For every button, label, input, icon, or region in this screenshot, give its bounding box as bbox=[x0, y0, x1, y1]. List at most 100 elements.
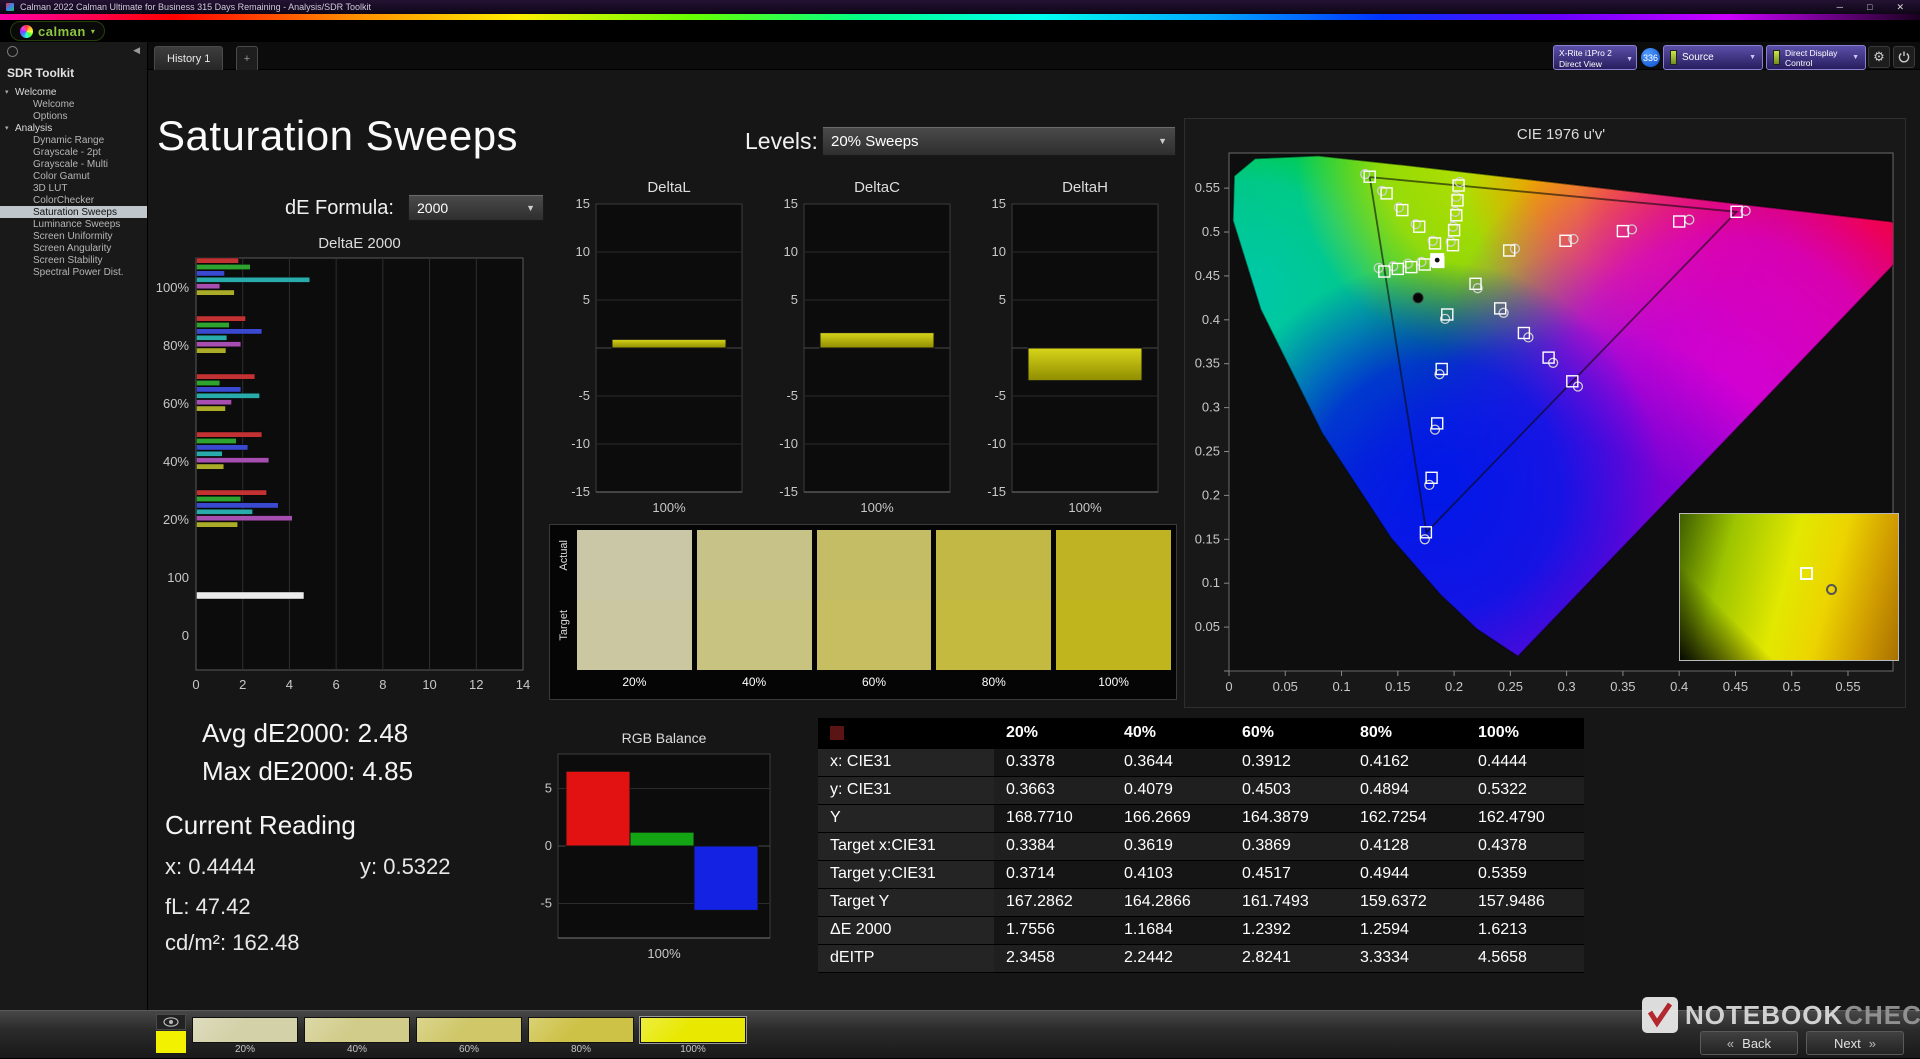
svg-text:0.3: 0.3 bbox=[1202, 400, 1220, 415]
display-control-button[interactable]: Direct Display Control ▼ bbox=[1766, 45, 1866, 70]
cell-value: 1.2392 bbox=[1230, 916, 1348, 945]
meter-count-badge: 336 bbox=[1641, 48, 1660, 67]
table-col-header: 100% bbox=[1466, 718, 1584, 749]
sidebar-item-colorchecker[interactable]: ColorChecker bbox=[0, 194, 147, 206]
avg-de2000-stat: Avg dE2000: 2.48 bbox=[202, 718, 409, 748]
row-label: x: CIE31 bbox=[818, 748, 994, 777]
source-color-chip-icon bbox=[1670, 50, 1677, 65]
sidebar-item-spectral-power-dist-[interactable]: Spectral Power Dist. bbox=[0, 266, 147, 278]
eye-icon bbox=[163, 1017, 179, 1027]
svg-text:60%: 60% bbox=[163, 396, 189, 411]
target-swatch bbox=[696, 600, 812, 670]
sidebar-menu-icon[interactable] bbox=[7, 46, 18, 57]
thumbnail-label: 40% bbox=[346, 1044, 367, 1055]
current-patch-swatch bbox=[156, 1031, 186, 1053]
svg-text:0.4: 0.4 bbox=[1670, 679, 1688, 694]
svg-text:-10: -10 bbox=[987, 436, 1006, 451]
levels-dropdown[interactable]: 20% Sweeps ▼ bbox=[822, 126, 1176, 156]
table-row: y: CIE31 0.3663 0.4079 0.4503 0.4894 0.5322 bbox=[818, 776, 1584, 805]
sweep-thumbnail-40%[interactable]: 40% bbox=[304, 1017, 410, 1056]
cell-value: 0.3663 bbox=[994, 776, 1112, 805]
cell-value: 162.4790 bbox=[1466, 804, 1584, 833]
svg-text:100%: 100% bbox=[1068, 500, 1102, 515]
de-formula-label: dE Formula: bbox=[285, 197, 394, 219]
thumbnail-swatch bbox=[639, 1016, 747, 1044]
svg-text:DeltaC: DeltaC bbox=[854, 179, 900, 196]
sweep-thumbnail-100%[interactable]: 100% bbox=[639, 1016, 747, 1056]
sidebar-item-dynamic-range[interactable]: Dynamic Range bbox=[0, 134, 147, 146]
sidebar-item-options[interactable]: Options bbox=[0, 110, 147, 122]
svg-text:DeltaL: DeltaL bbox=[647, 179, 690, 196]
cell-value: 0.4128 bbox=[1348, 832, 1466, 861]
table-col-header: 80% bbox=[1348, 718, 1466, 749]
back-label: Back bbox=[1742, 1035, 1772, 1051]
table-col-header: 20% bbox=[994, 718, 1112, 749]
swatch-column-60%: 60% bbox=[816, 530, 932, 694]
cell-value: 0.3378 bbox=[994, 748, 1112, 777]
svg-text:0.55: 0.55 bbox=[1835, 679, 1860, 694]
reading-fl-value: fL: 47.42 bbox=[165, 894, 251, 919]
calman-logo-menu[interactable]: calman ▾ bbox=[10, 21, 105, 41]
maximize-button[interactable]: □ bbox=[1867, 2, 1872, 13]
tree-expand-icon: ▾ bbox=[5, 89, 9, 96]
deltae-2000-bar-chart: DeltaE 2000 0 2 4 6 8 10 12 14 100% 80% 60% 40% 20% 10… bbox=[156, 235, 530, 692]
sidebar-item-welcome[interactable]: Welcome bbox=[0, 98, 147, 110]
sidebar-item-screen-uniformity[interactable]: Screen Uniformity bbox=[0, 230, 147, 242]
svg-text:4: 4 bbox=[286, 677, 293, 692]
current-reading-title: Current Reading bbox=[165, 810, 356, 840]
sidebar-item-luminance-sweeps[interactable]: Luminance Sweeps bbox=[0, 218, 147, 230]
cell-value: 0.3619 bbox=[1112, 832, 1230, 861]
sidebar-item-screen-stability[interactable]: Screen Stability bbox=[0, 254, 147, 266]
sidebar-section-analysis[interactable]: ▾ Analysis bbox=[0, 122, 147, 134]
reading-x-value: x: 0.4444 bbox=[165, 854, 256, 879]
source-selector-button[interactable]: Source ▼ bbox=[1663, 45, 1763, 70]
tab-history-1[interactable]: History 1 bbox=[154, 46, 224, 70]
next-button[interactable]: Next » bbox=[1806, 1031, 1904, 1055]
minimize-button[interactable]: ─ bbox=[1837, 2, 1843, 13]
swatch-label: 20% bbox=[622, 675, 647, 689]
target-swatch bbox=[816, 600, 932, 670]
chevron-down-icon: ▼ bbox=[1749, 54, 1756, 61]
cell-value: 167.2862 bbox=[994, 888, 1112, 917]
bottom-bar: 20% 40% 60% 80% 100% NOTEBOOK CHECK « Back N… bbox=[0, 997, 1920, 1058]
svg-text:5: 5 bbox=[791, 292, 798, 307]
actual-swatch bbox=[936, 530, 1052, 600]
sidebar-top: ◀ bbox=[0, 42, 147, 62]
svg-text:5: 5 bbox=[545, 781, 552, 796]
sidebar-collapse-button[interactable]: ◀ bbox=[133, 45, 140, 56]
svg-text:0.1: 0.1 bbox=[1333, 679, 1351, 694]
sidebar-item-saturation-sweeps[interactable]: Saturation Sweeps bbox=[0, 206, 147, 218]
close-button[interactable]: ✕ bbox=[1896, 2, 1904, 13]
sidebar-item-grayscale-multi[interactable]: Grayscale - Multi bbox=[0, 158, 147, 170]
sweep-thumbnail-60%[interactable]: 60% bbox=[416, 1017, 522, 1056]
cell-value: 161.7493 bbox=[1230, 888, 1348, 917]
add-tab-button[interactable]: + bbox=[236, 46, 258, 70]
sweep-thumbnail-80%[interactable]: 80% bbox=[528, 1017, 634, 1056]
sidebar-item-color-gamut[interactable]: Color Gamut bbox=[0, 170, 147, 182]
cell-value: 157.9486 bbox=[1466, 888, 1584, 917]
sidebar-section-welcome[interactable]: ▾ Welcome bbox=[0, 86, 147, 98]
sweep-thumbnail-20%[interactable]: 20% bbox=[192, 1017, 298, 1056]
sidebar-header: SDR Toolkit bbox=[7, 66, 75, 80]
power-button[interactable] bbox=[1893, 46, 1915, 68]
cell-value: 0.3644 bbox=[1112, 748, 1230, 777]
swatch-label: 60% bbox=[861, 675, 886, 689]
svg-text:0.55: 0.55 bbox=[1195, 180, 1220, 195]
table-row: dEITP 2.3458 2.2442 2.8241 3.3334 4.5658 bbox=[818, 944, 1584, 973]
thumbnail-swatch bbox=[416, 1017, 522, 1043]
svg-text:100%: 100% bbox=[652, 500, 686, 515]
de-formula-dropdown[interactable]: 2000 ▼ bbox=[408, 194, 544, 221]
sidebar-item-grayscale-2pt[interactable]: Grayscale - 2pt bbox=[0, 146, 147, 158]
sidebar-item-3d-lut[interactable]: 3D LUT bbox=[0, 182, 147, 194]
thumbnail-swatch bbox=[528, 1017, 634, 1043]
cell-value: 0.3912 bbox=[1230, 748, 1348, 777]
row-label: Target Y bbox=[818, 888, 994, 917]
cie-zoom-inset bbox=[1679, 513, 1899, 661]
preview-toggle-button[interactable] bbox=[156, 1014, 186, 1030]
meter-selector-button[interactable]: X-Rite i1Pro 2 Direct View ▼ bbox=[1553, 45, 1637, 70]
settings-gear-button[interactable]: ⚙ bbox=[1868, 46, 1890, 68]
delta-l-chart: DeltaL -15 -10 -5 5 10 15 100% bbox=[571, 179, 743, 515]
sidebar-item-screen-angularity[interactable]: Screen Angularity bbox=[0, 242, 147, 254]
window-title: Calman 2022 Calman Ultimate for Business… bbox=[20, 2, 371, 12]
back-button[interactable]: « Back bbox=[1700, 1031, 1798, 1055]
